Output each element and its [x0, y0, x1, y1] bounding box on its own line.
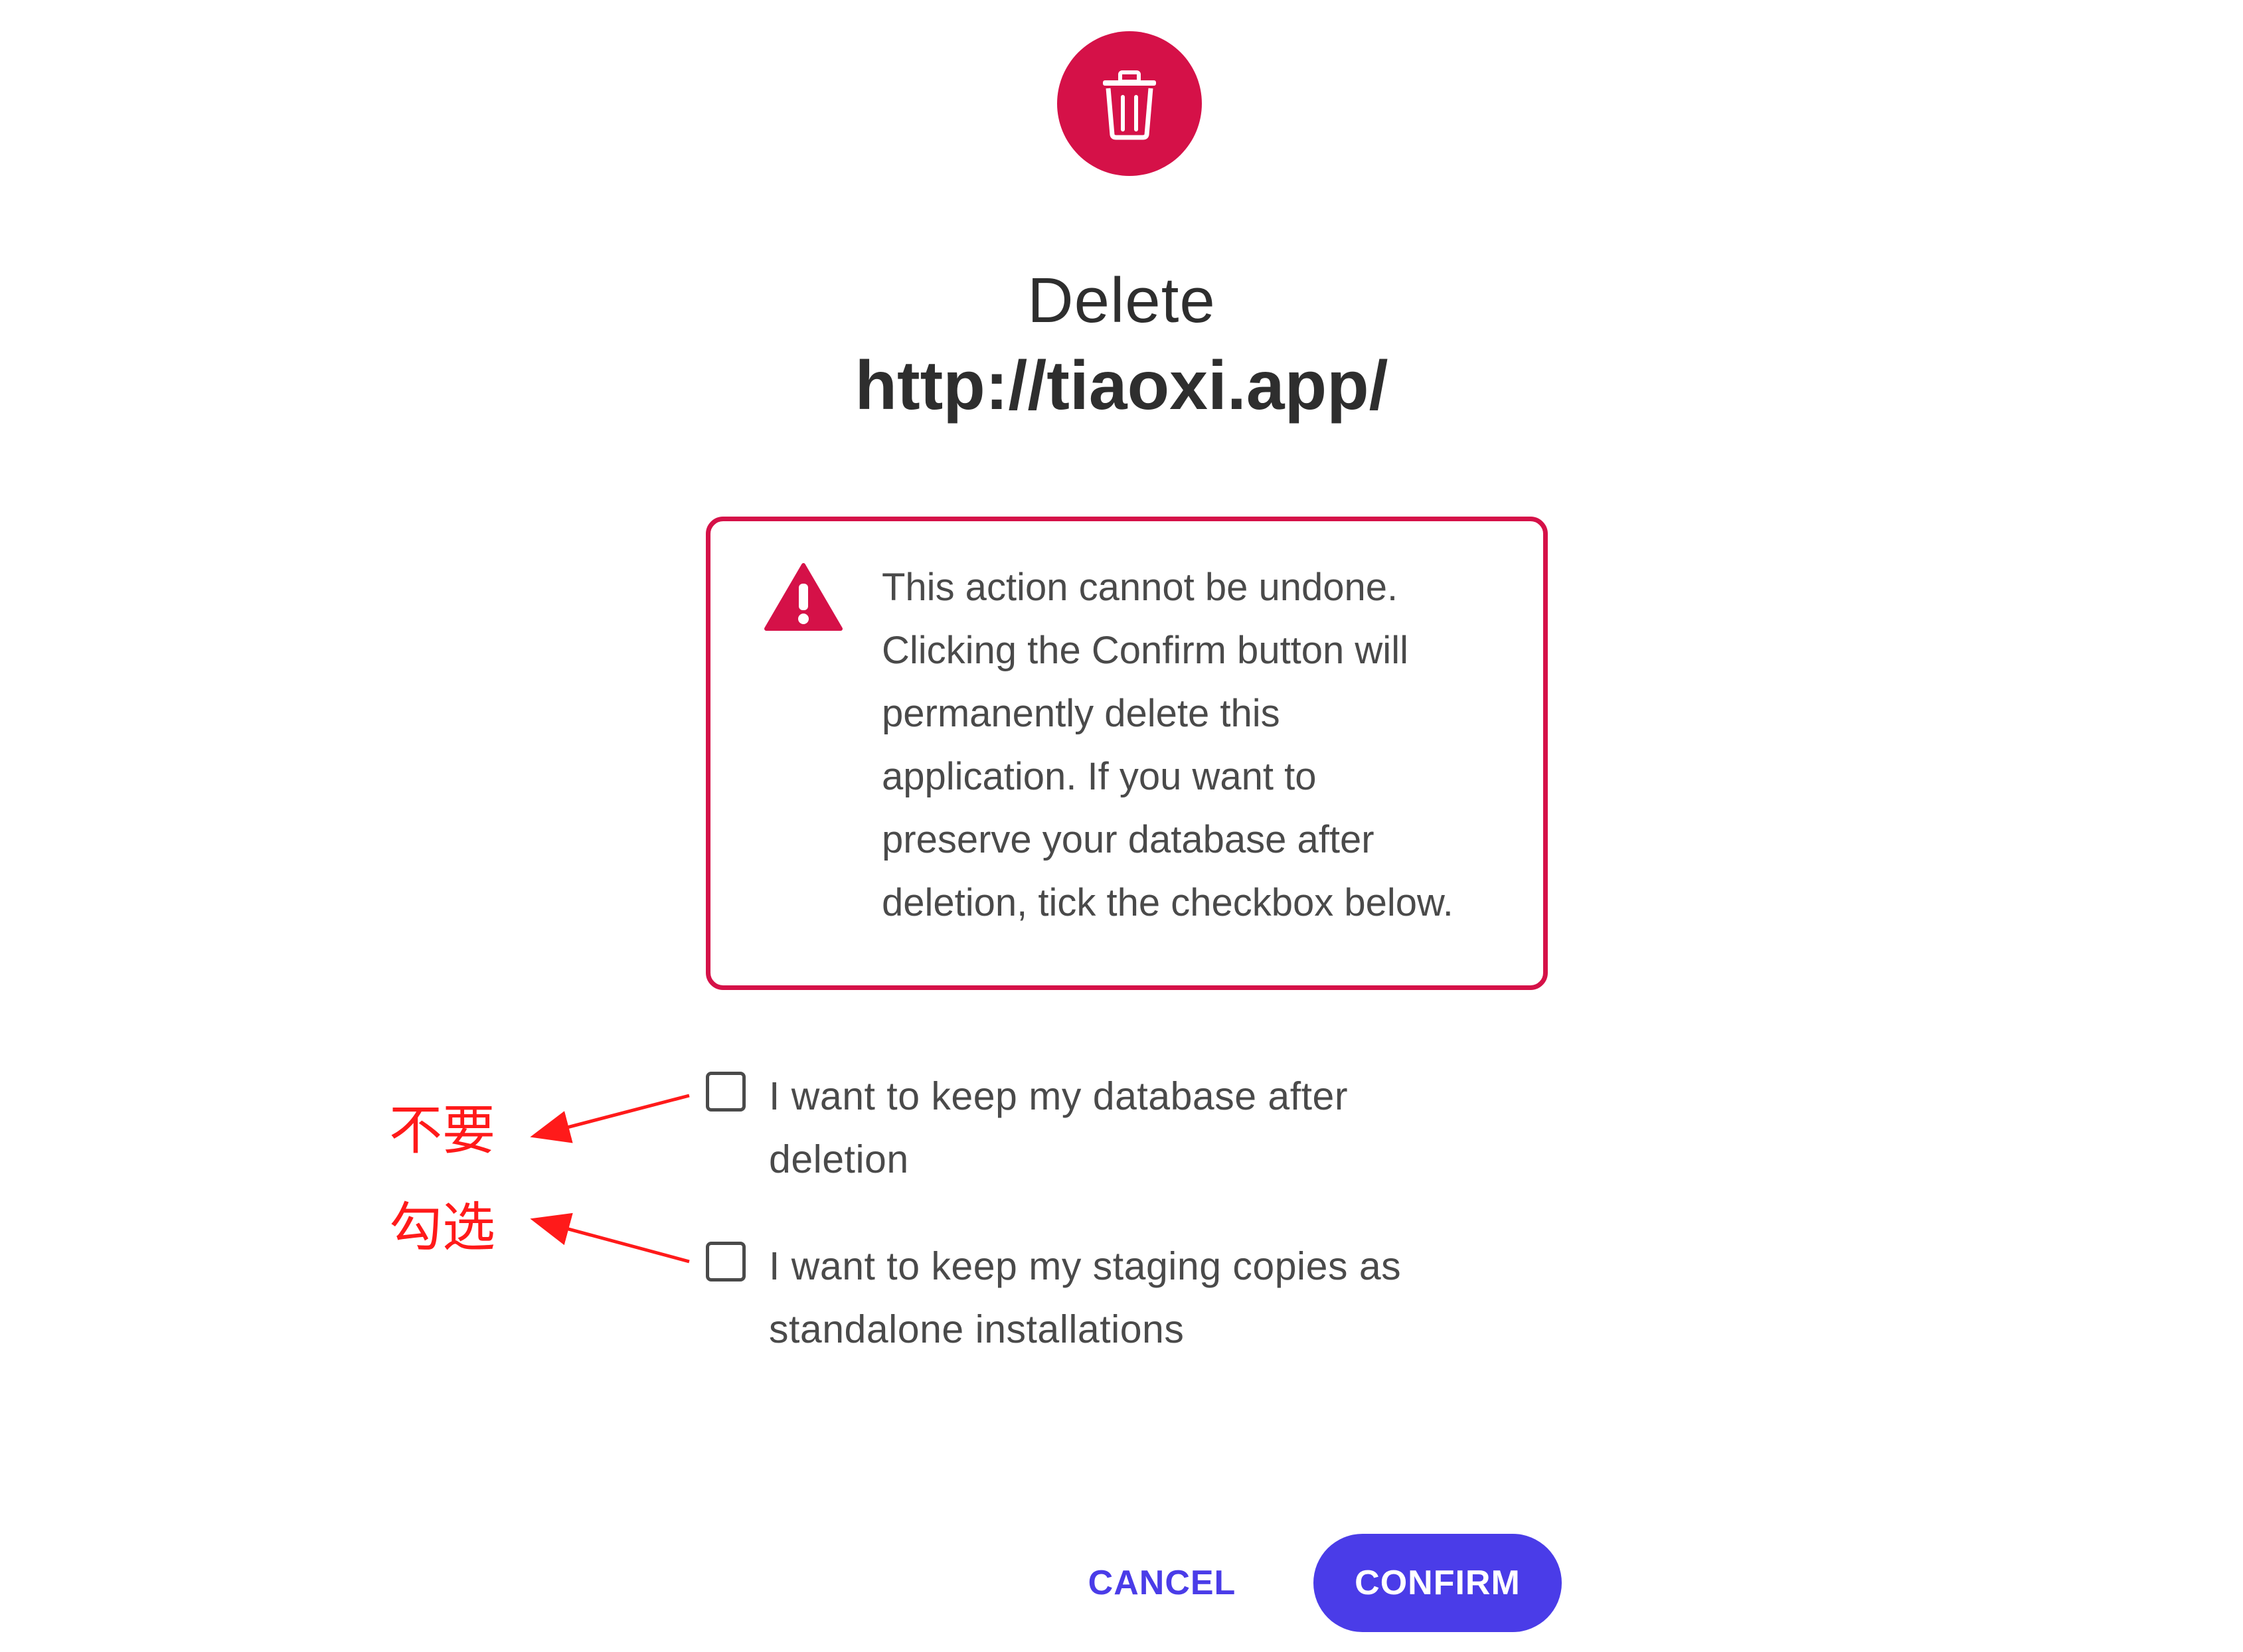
- confirm-button[interactable]: CONFIRM: [1313, 1534, 1562, 1632]
- annotation-arrow: [530, 1212, 690, 1264]
- cancel-button[interactable]: CANCEL: [1062, 1534, 1262, 1632]
- annotation-arrows: [530, 1094, 690, 1264]
- annotation-arrow: [530, 1094, 690, 1143]
